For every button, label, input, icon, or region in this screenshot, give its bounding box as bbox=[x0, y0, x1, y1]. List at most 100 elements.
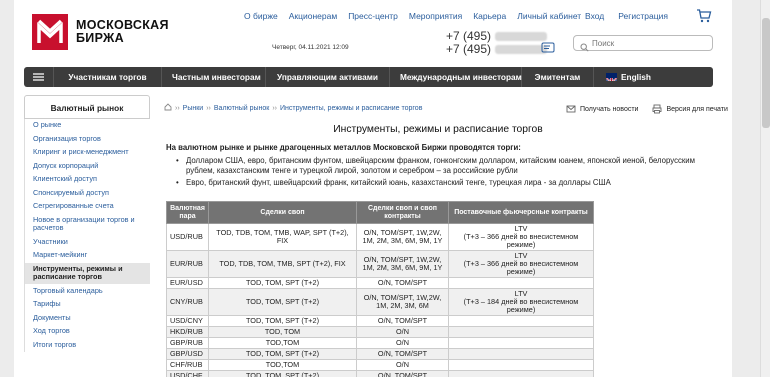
sidebar-item[interactable]: Итоги торгов bbox=[25, 339, 150, 352]
nav-issuers[interactable]: Эмитентам bbox=[522, 67, 594, 87]
breadcrumb-separator: ›› bbox=[272, 104, 278, 112]
scrollbar[interactable] bbox=[760, 0, 770, 377]
sidebar-item[interactable]: Спонсируемый доступ bbox=[25, 187, 150, 200]
nav-international-investors[interactable]: Международным инвесторам bbox=[390, 67, 522, 87]
cell-swap: O/N bbox=[356, 337, 449, 349]
callback-icon[interactable] bbox=[541, 40, 555, 58]
search-box[interactable] bbox=[573, 35, 713, 52]
print-icon bbox=[653, 104, 662, 114]
cell-futures: LTV (T+3 – 184 дней во внесистемном режи… bbox=[448, 288, 594, 316]
cell-pair: EUR/USD bbox=[166, 277, 209, 289]
cell-swap: O/N, TOM/SPT bbox=[356, 348, 449, 360]
cell-pair: GBP/RUB bbox=[166, 337, 209, 349]
register-link[interactable]: Регистрация bbox=[618, 11, 668, 21]
sidebar-item[interactable]: Клиентский доступ bbox=[25, 173, 150, 187]
bullet-item: Долларом США, евро, британским фунтом, ш… bbox=[176, 156, 706, 176]
phone-2: +7 (495) bbox=[446, 42, 492, 56]
sidebar-item[interactable]: Ход торгов bbox=[25, 325, 150, 339]
breadcrumb-fx-market[interactable]: Валютный рынок bbox=[214, 105, 269, 112]
page-actions: Получать новости Версия для печати bbox=[566, 104, 728, 114]
top-nav-about[interactable]: О бирже bbox=[244, 11, 278, 21]
cell-futures bbox=[448, 348, 594, 360]
nav-participants[interactable]: Участникам торгов bbox=[54, 67, 162, 87]
table-row: HKD/RUB TOD, TOM O/N bbox=[166, 326, 594, 338]
sidebar-title: Валютный рынок bbox=[24, 95, 150, 119]
top-nav-shareholders[interactable]: Акционерам bbox=[289, 11, 337, 21]
cell-pair: EUR/RUB bbox=[166, 250, 209, 278]
phone-2-blurred bbox=[495, 45, 548, 55]
table-row: EUR/RUB TOD, TDB, TOM, TMB, SPT (T+2), FI… bbox=[166, 250, 594, 278]
sidebar-item[interactable]: Документы bbox=[25, 312, 150, 325]
sidebar: Валютный рынок О рынке Организация торгов… bbox=[24, 95, 150, 352]
cell-swap: O/N, TOM/SPT bbox=[356, 370, 449, 377]
cell-spot: TOD, TOM bbox=[208, 326, 357, 338]
menu-icon[interactable] bbox=[24, 67, 54, 87]
breadcrumb-markets[interactable]: Рынки bbox=[183, 105, 204, 112]
col-header-spot: Сделки своп bbox=[208, 201, 357, 224]
table-row: CHF/RUB TOD,TOM O/N bbox=[166, 359, 594, 371]
sidebar-list: О рынке Организация торгов Клиринг и риск-… bbox=[24, 119, 150, 352]
login-link[interactable]: Вход bbox=[585, 11, 604, 21]
top-nav-events[interactable]: Мероприятия bbox=[409, 11, 462, 21]
table-row: USD/CNY TOD, TOM, SPT (T+2) O/N, TOM/SPT bbox=[166, 315, 594, 327]
breadcrumb-separator: ›› bbox=[206, 104, 211, 112]
phone-1-blurred bbox=[495, 32, 548, 42]
current-date: Четверг, 04.11.2021 12:09 bbox=[272, 44, 349, 51]
cell-swap: O/N, TOM/SPT, 1W,2W, 1M, 2M, 3M, 6M, 9M,… bbox=[356, 223, 449, 251]
cell-swap: O/N bbox=[356, 326, 449, 338]
sidebar-item[interactable]: Новое в организации торгов и расчетов bbox=[25, 214, 150, 236]
bullet-item: Евро, британский фунт, швейцарский франк… bbox=[176, 178, 706, 188]
language-switch[interactable]: English bbox=[594, 67, 661, 87]
sidebar-item[interactable]: Участники bbox=[25, 236, 150, 249]
subscribe-news-link[interactable]: Получать новости bbox=[566, 104, 638, 114]
cell-futures bbox=[448, 370, 594, 377]
sidebar-item[interactable]: О рынке bbox=[25, 119, 150, 133]
sidebar-item[interactable]: Инструменты, режимы и расписание торгов bbox=[25, 262, 150, 285]
cell-spot: TOD,TOM bbox=[208, 359, 357, 371]
top-nav-career[interactable]: Карьера bbox=[473, 11, 506, 21]
sidebar-item[interactable]: Тарифы bbox=[25, 298, 150, 312]
sidebar-item[interactable]: Организация торгов bbox=[25, 133, 150, 146]
top-nav-press[interactable]: Пресс-центр bbox=[348, 11, 398, 21]
breadcrumb-current[interactable]: Инструменты, режимы и расписание торгов bbox=[280, 105, 422, 112]
table-row: GBP/USD TOD, TOM, SPT (T+2) O/N, TOM/SPT bbox=[166, 348, 594, 360]
nav-asset-managers[interactable]: Управляющим активами bbox=[266, 67, 390, 87]
moex-logo[interactable]: МОСКОВСКАЯ БИРЖА bbox=[32, 14, 169, 50]
cell-spot: TOD, TOM, SPT (T+2) bbox=[208, 370, 357, 377]
cell-futures bbox=[448, 337, 594, 349]
cell-futures bbox=[448, 359, 594, 371]
auth-links: Вход Регистрация bbox=[585, 11, 668, 21]
cell-futures bbox=[448, 277, 594, 289]
news-icon bbox=[566, 105, 576, 113]
sidebar-item[interactable]: Сегрегированные счета bbox=[25, 200, 150, 214]
page-title: Инструменты, режимы и расписание торгов bbox=[333, 124, 543, 135]
cell-futures: LTV (T+3 – 366 дней во внесистемном режи… bbox=[448, 223, 594, 251]
table-row: EUR/USD TOD, TOM, SPT (T+2) O/N, TOM/SPT bbox=[166, 277, 594, 289]
phone-numbers: +7 (495) +7 (495) bbox=[446, 30, 548, 56]
cart-icon[interactable] bbox=[696, 8, 712, 29]
nav-private-investors[interactable]: Частным инвесторам bbox=[162, 67, 266, 87]
print-version-link[interactable]: Версия для печати bbox=[652, 104, 728, 114]
cell-pair: CNY/RUB bbox=[166, 288, 209, 316]
scrollbar-thumb[interactable] bbox=[762, 18, 770, 128]
table-row: GBP/RUB TOD,TOM O/N bbox=[166, 337, 594, 349]
uk-flag-icon bbox=[606, 73, 617, 81]
cell-spot: TOD, TOM, SPT (T+2) bbox=[208, 348, 357, 360]
logo-text: МОСКОВСКАЯ БИРЖА bbox=[76, 19, 169, 45]
table-row: CNY/RUB TOD, TOM, SPT (T+2) O/N, TOM/SPT, … bbox=[166, 288, 594, 316]
breadcrumb-separator: ›› bbox=[175, 104, 180, 112]
search-input[interactable] bbox=[592, 37, 708, 49]
col-header-swap: Сделки своп и своп контракты bbox=[356, 201, 449, 224]
cell-swap: O/N, TOM/SPT, 1W,2W, 1M, 2M, 3M, 6M bbox=[356, 288, 449, 316]
home-icon[interactable] bbox=[164, 103, 172, 113]
print-version-label: Версия для печати bbox=[666, 105, 728, 113]
top-nav-account[interactable]: Личный кабинет bbox=[517, 11, 581, 21]
table-row: USD/RUB TOD, TDB, TOM, TMB, WAP, SPT (T+2… bbox=[166, 223, 594, 251]
sidebar-item[interactable]: Торговый календарь bbox=[25, 285, 150, 298]
sidebar-item[interactable]: Маркет-мейкинг bbox=[25, 249, 150, 263]
sidebar-item[interactable]: Клиринг и риск-менеджмент bbox=[25, 146, 150, 160]
cell-spot: TOD, TDB, TOM, TMB, SPT (T+2), FIX bbox=[208, 250, 357, 278]
cell-swap: O/N bbox=[356, 359, 449, 371]
sidebar-item[interactable]: Допуск корпораций bbox=[25, 160, 150, 173]
cell-pair: HKD/RUB bbox=[166, 326, 209, 338]
